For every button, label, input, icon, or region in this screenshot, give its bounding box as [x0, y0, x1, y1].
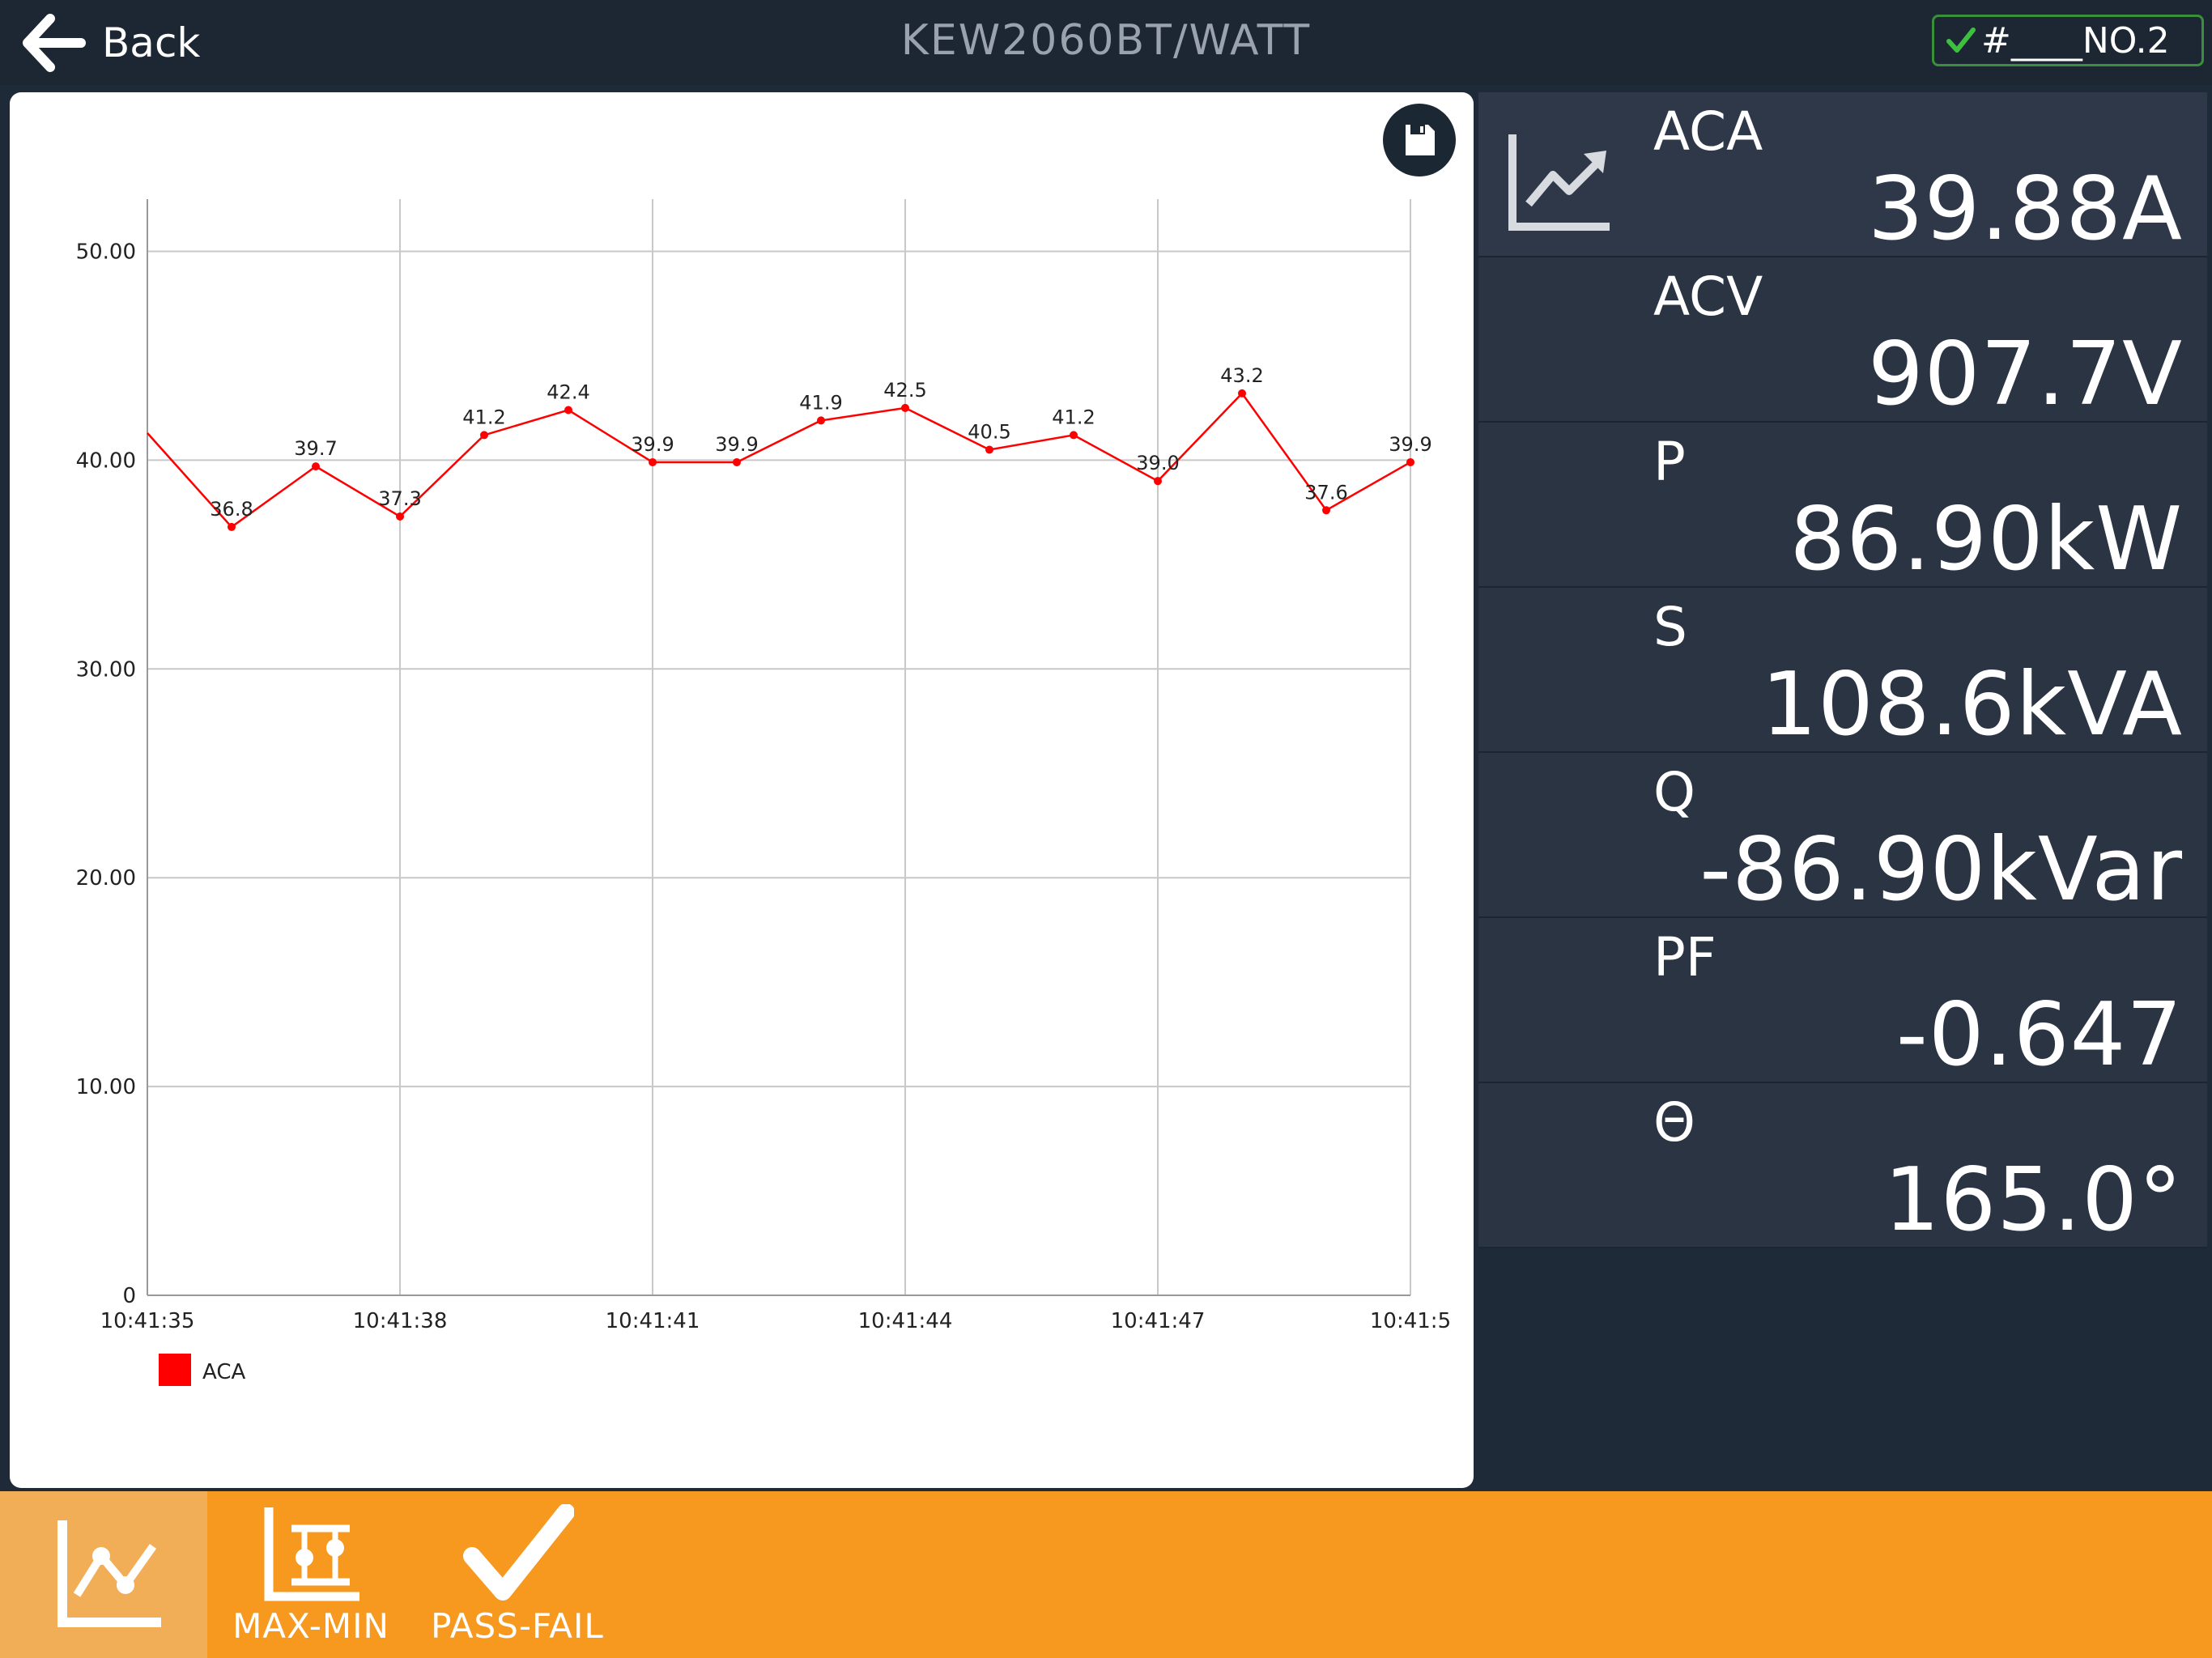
- x-tick-label: 10:41:47: [1111, 1309, 1206, 1333]
- metric-row-q: Q -86.90kVar: [1478, 753, 2207, 920]
- metric-row-aca: ACA 39.88A: [1478, 92, 2207, 260]
- data-label: 39.9: [631, 433, 674, 456]
- device-label: #____NO.2: [1981, 19, 2170, 62]
- data-label: 41.2: [1052, 406, 1095, 428]
- values-panel: ACA 39.88A ACV 907.7V P 86.90kW S 108.6k…: [1478, 92, 2207, 1251]
- tab-max-min[interactable]: MAX-MIN: [230, 1491, 392, 1658]
- data-label: 39.9: [1389, 433, 1431, 456]
- metric-label: PF: [1653, 926, 1716, 988]
- check-icon: [1946, 28, 1976, 53]
- data-label: 43.2: [1220, 364, 1263, 387]
- metric-row-theta: Θ 165.0°: [1478, 1083, 2207, 1251]
- data-label: 40.5: [968, 420, 1010, 443]
- trend-chart-icon: [57, 1520, 161, 1627]
- max-min-icon: [264, 1507, 359, 1601]
- data-point: [1322, 506, 1330, 515]
- y-tick-label: 50.00: [76, 240, 136, 264]
- metric-value: 165.0°: [1883, 1150, 2183, 1251]
- data-label: 37.3: [378, 487, 421, 510]
- x-tick-label: 10:41:5: [1370, 1309, 1451, 1333]
- chart-panel: 10:41:35 10:41:38 10:41:41 10:41:44 10:41:47…: [10, 92, 1474, 1488]
- x-tick-label: 10:41:38: [353, 1309, 448, 1333]
- data-point: [480, 431, 488, 440]
- data-point: [901, 403, 909, 412]
- metric-value: 86.90kW: [1789, 489, 2183, 590]
- data-point: [985, 445, 993, 454]
- trend-chart-icon[interactable]: [1499, 117, 1621, 238]
- tab-pass-fail[interactable]: PASS-FAIL: [424, 1491, 610, 1658]
- check-icon: [463, 1504, 574, 1601]
- data-point: [1406, 457, 1414, 466]
- metric-label: Θ: [1653, 1091, 1695, 1154]
- legend-label: ACA: [202, 1360, 245, 1384]
- metric-row-p: P 86.90kW: [1478, 423, 2207, 590]
- metric-label: Q: [1653, 761, 1695, 823]
- x-tick-label: 10:41:44: [858, 1309, 953, 1333]
- save-icon: [1406, 125, 1435, 155]
- y-tick-label: 40.00: [76, 449, 136, 473]
- metric-label: ACA: [1653, 100, 1763, 163]
- x-tick-label: 10:41:35: [100, 1309, 195, 1333]
- metric-label: ACV: [1653, 266, 1763, 328]
- bottom-toolbar: MAX-MIN PASS-FAIL: [0, 1491, 2212, 1658]
- data-point: [396, 512, 404, 521]
- data-point: [817, 416, 825, 425]
- data-label: 41.9: [799, 391, 842, 414]
- data-point: [1070, 431, 1078, 440]
- device-selector[interactable]: #____NO.2: [1932, 15, 2204, 66]
- legend-swatch: [159, 1354, 191, 1386]
- data-point: [733, 457, 741, 466]
- save-button[interactable]: [1383, 104, 1456, 176]
- metric-row-acv: ACV 907.7V: [1478, 257, 2207, 425]
- tab-label: MAX-MIN: [232, 1606, 389, 1646]
- data-label: 39.0: [1136, 452, 1179, 474]
- data-label: 37.6: [1304, 481, 1347, 504]
- y-tick-label: 30.00: [76, 657, 136, 682]
- header-bar: Back KEW2060BT/WATT #____NO.2: [0, 0, 2212, 85]
- tab-trend[interactable]: [0, 1491, 207, 1658]
- data-label: 39.9: [715, 433, 758, 456]
- metric-label: P: [1653, 431, 1686, 493]
- metric-row-s: S 108.6kVA: [1478, 588, 2207, 755]
- data-point: [228, 522, 236, 531]
- data-label: 41.2: [462, 406, 505, 428]
- data-label: 42.5: [883, 379, 926, 402]
- metric-value: -86.90kVar: [1699, 819, 2183, 920]
- data-point: [1154, 477, 1162, 486]
- data-point: [649, 457, 657, 466]
- y-tick-label: 0: [122, 1284, 136, 1308]
- x-tick-label: 10:41:41: [606, 1309, 700, 1333]
- metric-value: -0.647: [1895, 984, 2183, 1086]
- data-point: [1238, 389, 1246, 397]
- trend-chart: 10:41:35 10:41:38 10:41:41 10:41:44 10:41:47…: [76, 199, 1451, 1386]
- y-tick-label: 10.00: [76, 1075, 136, 1099]
- data-label: 36.8: [210, 498, 253, 521]
- metric-value: 108.6kVA: [1761, 654, 2183, 755]
- tab-label: PASS-FAIL: [431, 1606, 604, 1646]
- y-tick-label: 20.00: [76, 866, 136, 891]
- metric-value: 39.88A: [1867, 159, 2183, 260]
- data-point: [312, 462, 320, 471]
- data-label: 42.4: [547, 380, 589, 403]
- metric-label: S: [1653, 596, 1687, 658]
- data-point: [564, 406, 572, 414]
- metric-value: 907.7V: [1867, 324, 2183, 425]
- metric-row-pf: PF -0.647: [1478, 918, 2207, 1086]
- data-label: 39.7: [294, 437, 337, 460]
- page-title: KEW2060BT/WATT: [900, 16, 1312, 65]
